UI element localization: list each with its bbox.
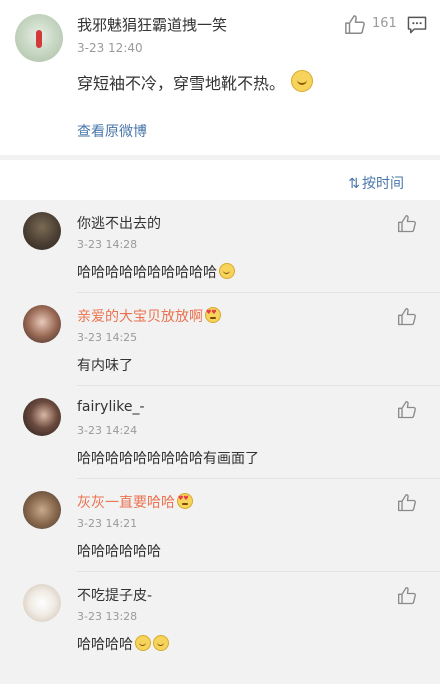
heart-eyes-emoji [205,307,221,323]
comment-list: 你逃不出去的 3-23 14:28 哈哈哈哈哈哈哈哈哈哈 亲爱的大宝贝放放啊 3… [0,200,440,684]
comment-item: fairylike_- 3-23 14:24 哈哈哈哈哈哈哈哈哈有画面了 [0,386,440,479]
thumbs-up-icon[interactable] [397,400,417,420]
post-timestamp: 3-23 12:40 [77,41,143,55]
comment-author[interactable]: 亲爱的大宝贝放放啊 [77,306,221,326]
laugh-cry-emoji [135,635,151,651]
avatar[interactable] [23,584,61,622]
thumbs-up-icon[interactable] [397,586,417,606]
comment-text: 有内味了 [77,358,133,374]
comment-timestamp: 3-23 14:25 [77,331,138,344]
comment-author[interactable]: 灰灰一直要哈哈 [77,492,193,512]
comment-text: 哈哈哈哈哈哈 [77,544,161,560]
comment-timestamp: 3-23 14:28 [77,238,138,251]
thumbs-up-icon[interactable] [397,493,417,513]
comment-author[interactable]: 不吃提子皮- [77,585,152,605]
comment-item: 亲爱的大宝贝放放啊 3-23 14:25 有内味了 [0,293,440,386]
thumbs-up-icon[interactable] [397,307,417,327]
comment-timestamp: 3-23 13:28 [77,610,138,623]
comment-author-name: 亲爱的大宝贝放放啊 [77,309,203,325]
avatar[interactable] [15,14,63,62]
comment-item: 你逃不出去的 3-23 14:28 哈哈哈哈哈哈哈哈哈哈 [0,200,440,293]
comment-icon[interactable] [407,16,427,34]
post-author-name[interactable]: 我邪魅狷狂霸道拽一笑 [77,14,227,35]
comment-timestamp: 3-23 14:21 [77,517,138,530]
comment-text: 哈哈哈哈哈哈哈哈哈哈 [77,262,235,282]
sort-icon: ⇅ [348,176,360,192]
grin-emoji [291,70,314,92]
post-text-content: 穿短袖不冷，穿雪地靴不热。 [77,74,286,93]
sort-bar: ⇅ 按时间 [0,160,440,200]
avatar[interactable] [23,212,61,250]
comment-item: 不吃提子皮- 3-23 13:28 哈哈哈哈 [0,572,440,665]
comment-author[interactable]: 你逃不出去的 [77,213,161,233]
thumbs-up-icon[interactable] [344,14,366,36]
post-text: 穿短袖不冷，穿雪地靴不热。 [77,70,314,94]
laugh-cry-emoji [153,635,169,651]
comment-item: 灰灰一直要哈哈 3-23 14:21 哈哈哈哈哈哈 [0,479,440,572]
original-post: 我邪魅狷狂霸道拽一笑 3-23 12:40 161 穿短袖不冷，穿雪地靴不热。 … [0,0,440,155]
comment-text: 哈哈哈哈哈哈哈哈哈有画面了 [77,451,259,467]
like-count: 161 [372,16,397,31]
laugh-cry-emoji [219,263,235,279]
sort-label: 按时间 [362,176,404,192]
comment-author-name: 灰灰一直要哈哈 [77,495,175,511]
comment-timestamp: 3-23 14:24 [77,424,138,437]
view-original-link[interactable]: 查看原微博 [77,121,147,141]
thumbs-up-icon[interactable] [397,214,417,234]
heart-eyes-emoji [177,493,193,509]
comment-text: 哈哈哈哈 [77,634,169,654]
comment-author[interactable]: fairylike_- [77,399,145,415]
avatar[interactable] [23,305,61,343]
sort-by-time-button[interactable]: ⇅ 按时间 [348,173,404,193]
avatar[interactable] [23,491,61,529]
avatar[interactable] [23,398,61,436]
comment-text-content: 哈哈哈哈哈哈哈哈哈哈 [77,265,217,281]
comment-text-content: 哈哈哈哈 [77,637,133,653]
